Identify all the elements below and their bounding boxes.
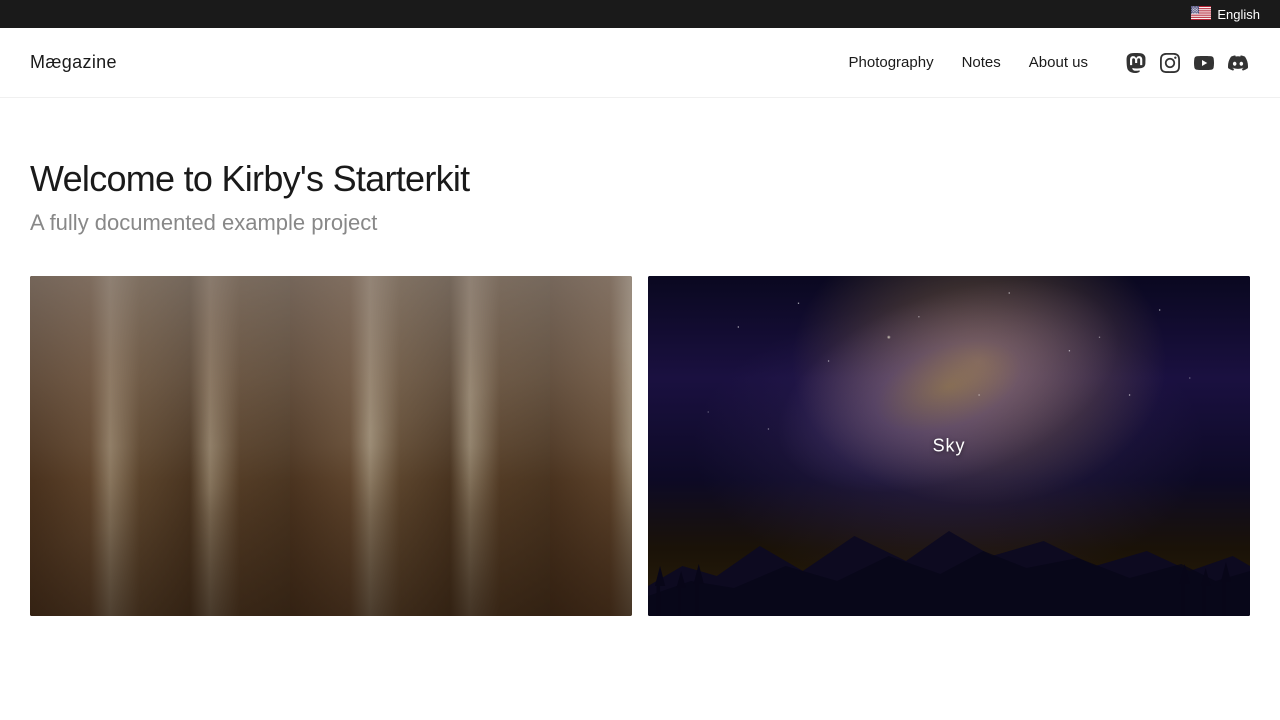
nav-notes[interactable]: Notes (950, 48, 1013, 77)
nav-about[interactable]: About us (1017, 48, 1100, 77)
nav-photography[interactable]: Photography (837, 48, 946, 77)
flag-icon (1191, 6, 1211, 23)
mastodon-icon[interactable] (1124, 51, 1148, 75)
nav-links: Photography Notes About us (837, 48, 1100, 77)
logo[interactable]: Mægazine (30, 52, 117, 73)
instagram-icon[interactable] (1158, 51, 1182, 75)
gallery-item-sky[interactable]: Sky (648, 276, 1250, 616)
mountain-silhouette-svg (648, 516, 1250, 616)
nav-right: Photography Notes About us (837, 48, 1250, 77)
hero-subtitle: A fully documented example project (30, 210, 1250, 236)
hero-title: Welcome to Kirby's Starterkit (30, 158, 1250, 200)
social-icons (1124, 51, 1250, 75)
sky-label: Sky (933, 436, 966, 457)
gallery-item-forest[interactable] (30, 276, 632, 616)
forest-image (30, 276, 632, 616)
hero-section: Welcome to Kirby's Starterkit A fully do… (0, 98, 1280, 276)
youtube-icon[interactable] (1192, 51, 1216, 75)
language-label: English (1217, 7, 1260, 22)
discord-icon[interactable] (1226, 51, 1250, 75)
language-selector[interactable]: English (1191, 6, 1260, 23)
header: Mægazine Photography Notes About us (0, 28, 1280, 98)
top-bar: English (0, 0, 1280, 28)
gallery: Sky (0, 276, 1280, 616)
